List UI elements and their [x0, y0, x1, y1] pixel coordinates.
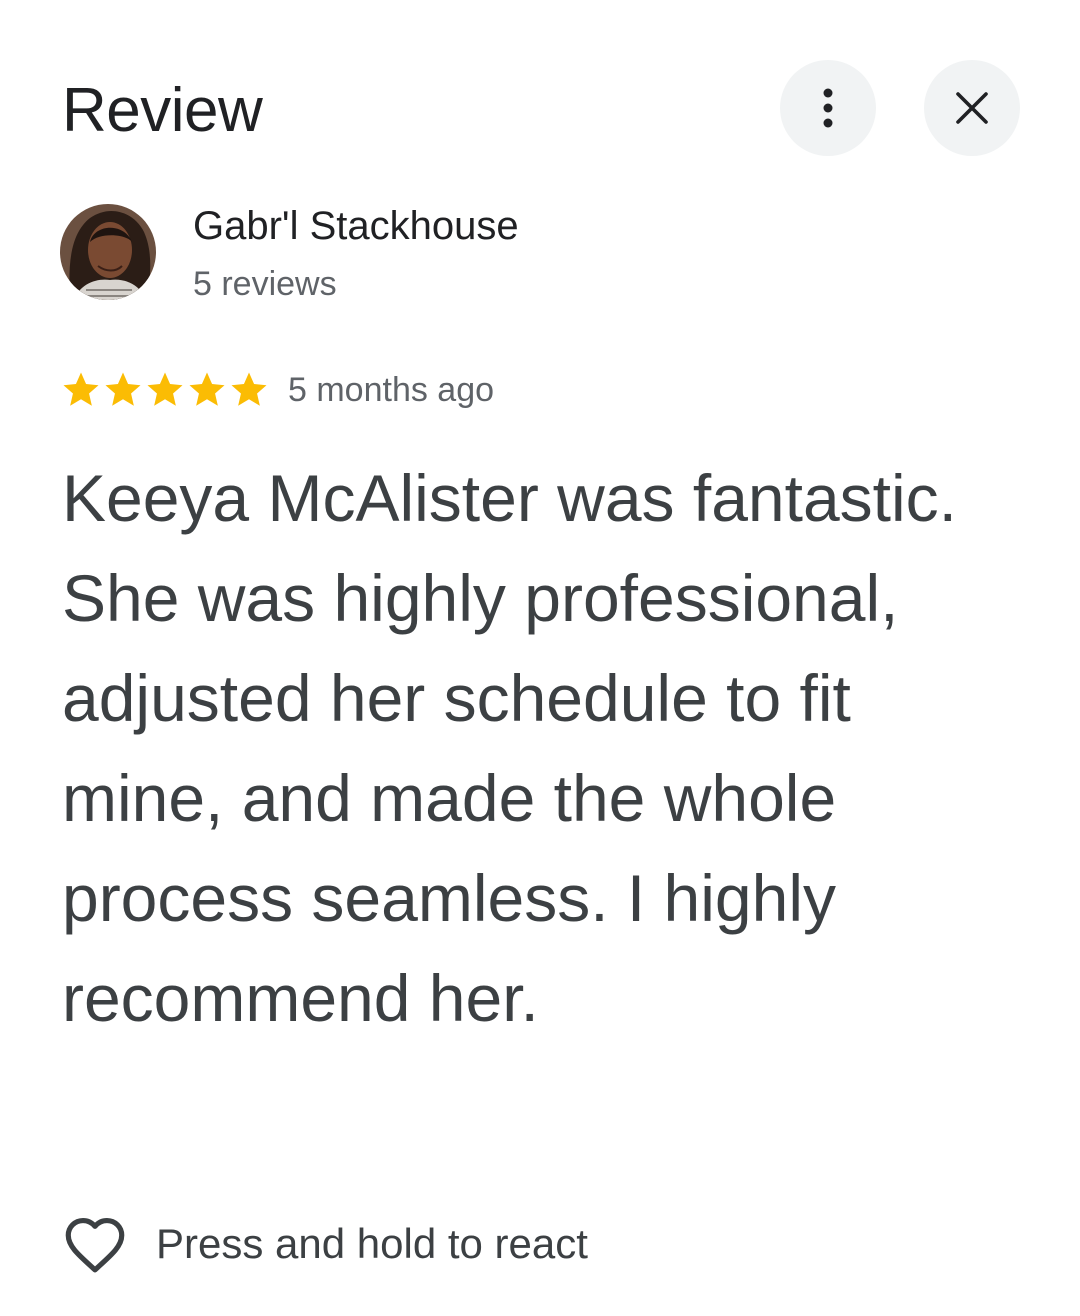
author-name[interactable]: Gabr'l Stackhouse — [193, 202, 519, 250]
profile-photo — [60, 204, 156, 300]
star-icon — [189, 372, 225, 406]
more-options-button[interactable] — [780, 60, 876, 156]
close-icon — [956, 92, 988, 124]
review-text: Keeya McAlister was fantastic. She was h… — [62, 461, 957, 1035]
page-title: Review — [62, 76, 263, 145]
more-vert-icon — [823, 88, 833, 128]
avatar[interactable] — [60, 204, 156, 300]
react-label: Press and hold to react — [156, 1220, 588, 1267]
star-rating — [60, 368, 270, 412]
react-button[interactable]: Press and hold to react — [62, 1212, 588, 1276]
star-icon — [63, 372, 99, 406]
star-icon — [105, 372, 141, 406]
star-icon — [231, 372, 267, 406]
close-button[interactable] — [924, 60, 1020, 156]
author-review-count: 5 reviews — [193, 265, 337, 303]
review-time: 5 months ago — [288, 371, 495, 409]
star-icon — [147, 372, 183, 406]
heart-outline-icon — [65, 1217, 125, 1273]
